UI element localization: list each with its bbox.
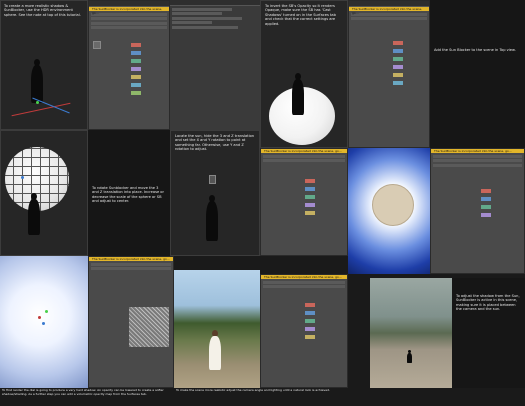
render-sun-glow	[348, 148, 430, 274]
viewport-figure-icon[interactable]: Locate the sun, hide the 3 and Z transla…	[170, 130, 260, 256]
setting-row[interactable]	[172, 16, 242, 20]
list-item[interactable]	[91, 21, 167, 25]
color-swatch[interactable]	[393, 81, 403, 85]
gizmo-handle[interactable]	[36, 101, 39, 104]
color-swatch[interactable]	[393, 65, 403, 69]
panel-banner[interactable]: The SunBlocker is incorporated into the …	[349, 7, 429, 15]
panel-banner[interactable]: The SunBlocker is incorporated into the …	[89, 257, 173, 261]
caption-middle: To make the scene more realistic adjust …	[176, 388, 330, 392]
color-swatch[interactable]	[131, 75, 141, 79]
list-item[interactable]	[433, 159, 522, 162]
color-swatch[interactable]	[393, 49, 403, 53]
list-item[interactable]	[351, 17, 427, 20]
gizmo-handle-z[interactable]	[42, 322, 45, 325]
setting-row[interactable]	[172, 7, 232, 11]
note-2: To invert the SB's Opacity so it renders…	[265, 4, 336, 26]
viewport-glow[interactable]	[0, 256, 88, 388]
list-item[interactable]	[263, 154, 345, 158]
color-swatch[interactable]	[481, 189, 491, 193]
list-item[interactable]	[263, 285, 345, 288]
color-swatch[interactable]	[131, 43, 141, 47]
scene-panel-3: The SunBlocker is incorporated into the …	[260, 148, 348, 256]
color-swatch[interactable]	[305, 203, 315, 207]
viewport-grid-sphere[interactable]	[0, 130, 88, 256]
opacity-texture-preview[interactable]	[129, 307, 169, 347]
figure-dress	[209, 336, 221, 370]
color-swatch[interactable]	[305, 303, 315, 307]
settings-panel	[170, 0, 260, 130]
note-panel-mid: To rotate Sunblocker and move the 3 and …	[88, 130, 170, 256]
gizmo-handle-y[interactable]	[45, 310, 48, 313]
color-swatch[interactable]	[481, 197, 491, 201]
sun-disc	[372, 184, 414, 226]
gizmo-handle[interactable]	[21, 176, 24, 179]
note-1: To create a more realistic shadow & SunB…	[4, 4, 81, 17]
color-swatch[interactable]	[305, 335, 315, 339]
color-swatch[interactable]	[481, 213, 491, 217]
list-item[interactable]	[91, 26, 167, 29]
viewport-figure-gizmo[interactable]: To create a more realistic shadow & SunB…	[0, 0, 88, 130]
color-swatch[interactable]	[131, 67, 141, 71]
node-icon[interactable]	[93, 41, 101, 49]
list-item[interactable]	[351, 12, 427, 16]
setting-row[interactable]	[172, 12, 222, 15]
note-6: Locate the sun, hide the 3 and Z transla…	[175, 134, 255, 152]
panel-banner[interactable]: The SunBlocker is incorporated into the …	[89, 7, 169, 15]
note-10: To adjust the shadow from the Sun, SunBl…	[456, 294, 520, 312]
list-item[interactable]	[263, 159, 345, 162]
color-swatch[interactable]	[305, 187, 315, 191]
gizmo-handle-x[interactable]	[38, 316, 41, 319]
panel-banner[interactable]: The SunBlocker is incorporated into the …	[261, 149, 347, 153]
color-swatch[interactable]	[131, 91, 141, 95]
color-swatch[interactable]	[393, 57, 403, 61]
scene-panel-4: The SunBlocker is incorporated into the …	[430, 148, 525, 274]
caption-left: To first render the dial is going to pro…	[2, 388, 164, 396]
note-panel-bottom-right: To adjust the shadow from the Sun, SunBl…	[452, 278, 525, 388]
list-item[interactable]	[433, 163, 522, 167]
list-item[interactable]	[433, 154, 522, 158]
setting-row[interactable]	[172, 25, 238, 29]
surfaces-panel: The SunBlocker is incorporated into the …	[88, 256, 174, 388]
render-outdoor	[174, 270, 260, 388]
render-outdoor-wide	[370, 278, 452, 388]
panel-banner[interactable]: The SunBlocker is incorporated into the …	[261, 275, 347, 279]
figure-body	[206, 201, 218, 241]
color-swatch[interactable]	[305, 195, 315, 199]
color-swatch[interactable]	[305, 327, 315, 331]
viewport-sphere[interactable]: To invert the SB's Opacity so it renders…	[260, 0, 348, 148]
note-5: To rotate Sunblocker and move the 3 and …	[92, 186, 164, 204]
scene-panel-2: The SunBlocker is incorporated into the …	[348, 0, 430, 148]
color-swatch[interactable]	[131, 51, 141, 55]
list-item[interactable]	[91, 12, 167, 16]
panel-banner[interactable]: The SunBlocker is incorporated into the …	[431, 149, 524, 153]
figure-body	[28, 199, 40, 235]
figure-body	[292, 79, 304, 115]
scene-panel-5: The SunBlocker is incorporated into the …	[260, 274, 348, 388]
settings-header	[170, 0, 260, 6]
list-item[interactable]	[263, 280, 345, 284]
color-swatch[interactable]	[131, 83, 141, 87]
note-4: Add the Sun Blocker to the scene in Top …	[434, 48, 516, 52]
axis-z-line	[32, 97, 70, 114]
color-swatch[interactable]	[481, 205, 491, 209]
list-item[interactable]	[91, 267, 171, 270]
color-swatch[interactable]	[305, 319, 315, 323]
color-swatch[interactable]	[305, 179, 315, 183]
list-item[interactable]	[91, 262, 171, 266]
sunblocker-icon[interactable]	[209, 175, 216, 184]
color-swatch[interactable]	[305, 211, 315, 215]
figure-body	[407, 353, 412, 363]
setting-row[interactable]	[172, 21, 212, 24]
scene-panel-1: The SunBlocker is incorporated into the …	[88, 0, 170, 130]
note-panel-right: Add the Sun Blocker to the scene in Top …	[430, 0, 525, 148]
color-swatch[interactable]	[393, 41, 403, 45]
color-swatch[interactable]	[393, 73, 403, 77]
color-swatch[interactable]	[131, 59, 141, 63]
color-swatch[interactable]	[305, 311, 315, 315]
list-item[interactable]	[91, 17, 167, 20]
